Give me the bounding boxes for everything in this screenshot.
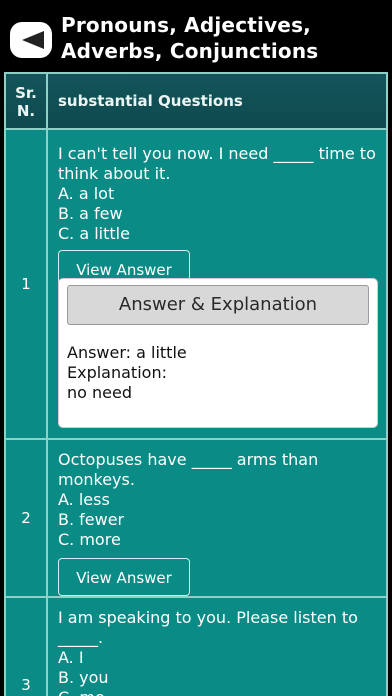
- row-number: 1: [6, 130, 48, 438]
- option-b: B. fewer: [58, 510, 125, 529]
- questions-table: Sr. N. substantial Questions 1 I can't t…: [4, 72, 388, 696]
- option-c: C. more: [58, 530, 121, 549]
- option-c: C. me: [58, 688, 380, 696]
- question-text: Octopuses have _____ arms than monkeys. …: [58, 450, 380, 550]
- option-c: C. a little: [58, 224, 130, 243]
- table-header: Sr. N. substantial Questions: [6, 74, 386, 130]
- back-arrow-icon: [22, 31, 44, 49]
- row-number: 2: [6, 440, 48, 596]
- row-number-text: 3: [21, 676, 31, 694]
- column-header-sr: Sr. N.: [6, 74, 48, 130]
- app-header: Pronouns, Adjectives, Adverbs, Conjuncti…: [0, 0, 392, 72]
- answer-panel: Answer & Explanation Answer: a little Ex…: [58, 278, 378, 428]
- page-title: Pronouns, Adjectives, Adverbs, Conjuncti…: [61, 13, 319, 63]
- question-text: I can't tell you now. I need _____ time …: [58, 144, 380, 244]
- row-number: 3: [6, 598, 48, 696]
- option-a: A. I: [58, 648, 84, 667]
- question-body: I can't tell you now. I need _____ time …: [58, 144, 376, 183]
- question-text: I am speaking to you. Please listen to _…: [58, 608, 380, 696]
- answer-panel-title: Answer & Explanation: [67, 285, 369, 325]
- question-body: I am speaking to you. Please listen to _…: [58, 608, 358, 647]
- column-header-questions: substantial Questions: [58, 92, 243, 110]
- explanation-text: no need: [67, 383, 132, 402]
- answer-text: Answer: a little: [67, 343, 187, 362]
- table-row: 2 Octopuses have _____ arms than monkeys…: [6, 440, 386, 598]
- question-body: Octopuses have _____ arms than monkeys.: [58, 450, 319, 489]
- answer-panel-body: Answer: a little Explanation: no need: [67, 343, 187, 403]
- option-b: B. you: [58, 668, 109, 687]
- option-a: A. less: [58, 490, 110, 509]
- back-button[interactable]: [10, 22, 52, 58]
- explanation-label: Explanation:: [67, 363, 167, 382]
- table-row: 1 I can't tell you now. I need _____ tim…: [6, 130, 386, 440]
- table-row: 3 I am speaking to you. Please listen to…: [6, 598, 386, 696]
- option-b: B. a few: [58, 204, 123, 223]
- view-answer-button[interactable]: View Answer: [58, 558, 190, 596]
- option-a: A. a lot: [58, 184, 115, 203]
